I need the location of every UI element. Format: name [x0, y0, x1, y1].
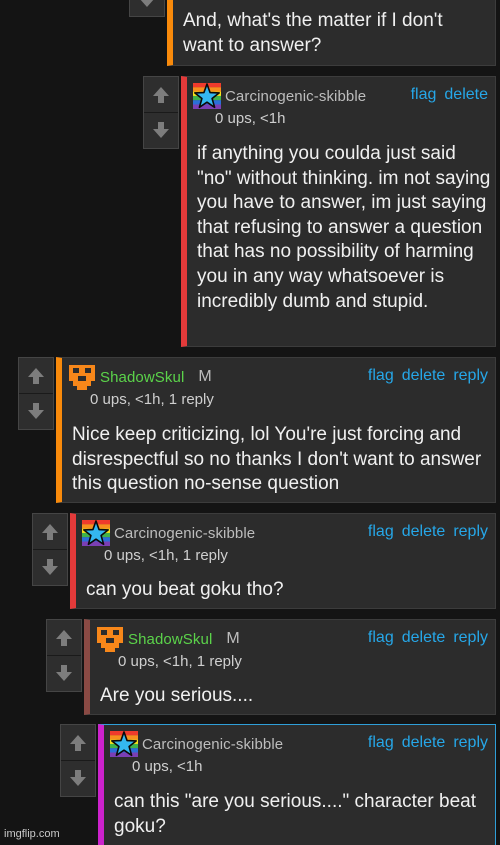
arrow-up-icon [40, 522, 60, 542]
watermark: imgflip.com [4, 828, 60, 840]
upvote-button[interactable] [19, 358, 53, 393]
reply-link[interactable]: reply [453, 523, 488, 541]
downvote-button[interactable] [19, 393, 53, 428]
upvote-button[interactable] [61, 725, 95, 760]
vote-widget [143, 76, 179, 149]
delete-link[interactable]: delete [402, 523, 446, 541]
comment-meta: 0 ups, <1h, 1 reply [118, 653, 242, 670]
comment-body: if anything you coulda just said "no" wi… [197, 143, 491, 312]
comment-meta: 0 ups, <1h, 1 reply [104, 547, 228, 564]
vote-widget [18, 357, 54, 430]
downvote-button[interactable] [61, 760, 95, 795]
vote-widget [60, 724, 96, 797]
flag-link[interactable]: flag [411, 86, 437, 104]
mod-badge: M [226, 630, 240, 647]
downvote-button[interactable] [144, 112, 178, 147]
username-link[interactable]: Carcinogenic-skibble [114, 525, 255, 542]
user-avatar[interactable] [193, 83, 221, 109]
upvote-button[interactable] [47, 620, 81, 655]
delete-link[interactable]: delete [402, 734, 446, 752]
username-link[interactable]: ShadowSkul [100, 369, 184, 386]
flag-link[interactable]: flag [368, 629, 394, 647]
flag-link[interactable]: flag [368, 367, 394, 385]
downvote-button[interactable] [47, 655, 81, 690]
user-avatar[interactable] [82, 520, 110, 546]
arrow-down-icon [40, 557, 60, 577]
mod-badge: M [198, 368, 212, 385]
delete-link[interactable]: delete [402, 367, 446, 385]
vote-widget [32, 513, 68, 586]
comment-body: can this "are you serious...." character… [114, 791, 477, 837]
arrow-down-icon [26, 401, 46, 421]
comment-meta: 0 ups, <1h, 1 reply [90, 391, 214, 408]
reply-link[interactable]: reply [453, 367, 488, 385]
comment-body: Are you serious.... [100, 685, 254, 706]
arrow-up-icon [26, 366, 46, 386]
downvote-button[interactable] [33, 549, 67, 584]
user-avatar[interactable] [68, 364, 96, 390]
arrow-down-icon [151, 120, 171, 140]
comment-body: can you beat goku tho? [86, 579, 284, 600]
downvote-button[interactable] [130, 0, 164, 16]
comment-card: ShadowSkul M flag delete reply 0 ups, <1… [84, 619, 496, 715]
arrow-down-icon [137, 0, 157, 9]
arrow-down-icon [68, 768, 88, 788]
comment-meta: 0 ups, <1h [132, 758, 203, 775]
comment-card: Carcinogenic-skibble flag delete 0 ups, … [181, 76, 496, 347]
flag-link[interactable]: flag [368, 734, 394, 752]
comment-body: Nice keep criticizing, lol You're just f… [72, 424, 482, 495]
delete-link[interactable]: delete [444, 86, 488, 104]
comment-card: Carcinogenic-skibble flag delete reply 0… [98, 724, 496, 845]
comment-card: Carcinogenic-skibble flag delete reply 0… [70, 513, 496, 609]
arrow-up-icon [54, 628, 74, 648]
reply-link[interactable]: reply [453, 734, 488, 752]
arrow-up-icon [68, 733, 88, 753]
arrow-down-icon [54, 663, 74, 683]
username-link[interactable]: Carcinogenic-skibble [142, 736, 283, 753]
arrow-up-icon [151, 85, 171, 105]
delete-link[interactable]: delete [402, 629, 446, 647]
comment-card: And, what's the matter if I don't want t… [167, 0, 496, 66]
upvote-button[interactable] [33, 514, 67, 549]
upvote-button[interactable] [144, 77, 178, 112]
user-avatar[interactable] [110, 731, 138, 757]
user-avatar[interactable] [96, 626, 124, 652]
flag-link[interactable]: flag [368, 523, 394, 541]
comment-body: And, what's the matter if I don't want t… [183, 10, 443, 56]
vote-widget [129, 0, 165, 17]
comment-card: ShadowSkul M flag delete reply 0 ups, <1… [56, 357, 496, 503]
username-link[interactable]: Carcinogenic-skibble [225, 88, 366, 105]
reply-link[interactable]: reply [453, 629, 488, 647]
vote-widget [46, 619, 82, 692]
comment-meta: 0 ups, <1h [215, 110, 286, 127]
username-link[interactable]: ShadowSkul [128, 631, 212, 648]
